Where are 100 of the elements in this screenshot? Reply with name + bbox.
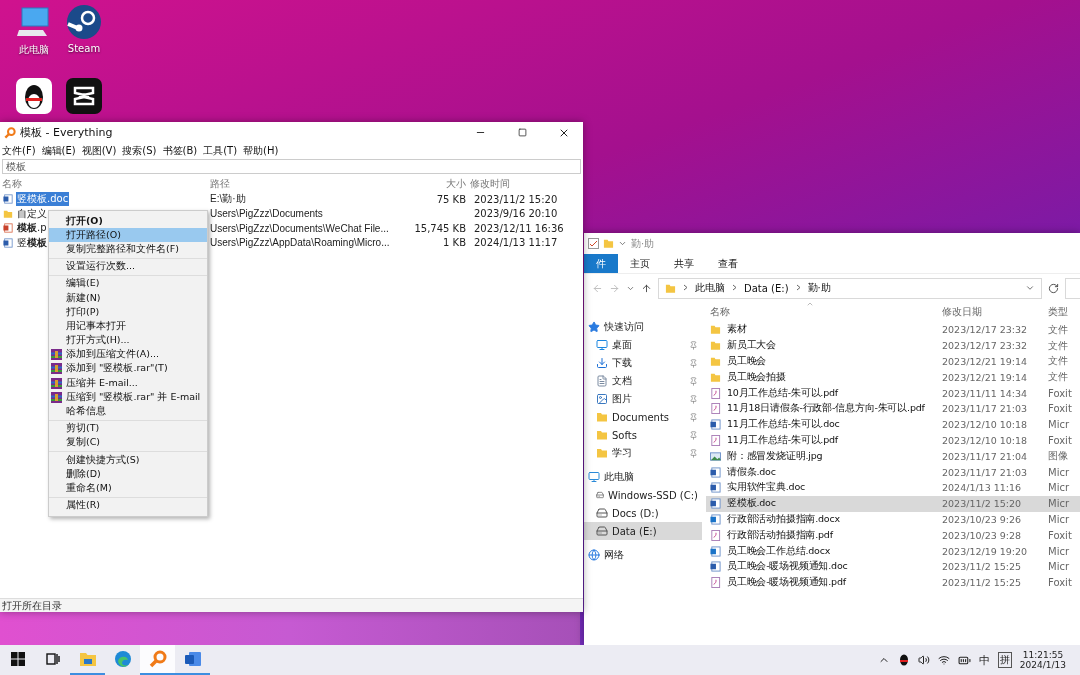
clock[interactable]: 11:21:55 2024/1/13 xyxy=(1019,650,1066,670)
file-row[interactable]: 员工晚会工作总结.docx 2023/12/19 19:20 Micr xyxy=(706,543,1080,559)
column-header[interactable]: 路径 xyxy=(208,177,408,191)
nav-item[interactable]: 快速访问 xyxy=(584,318,702,336)
menu-item[interactable]: 创建快捷方式(S) xyxy=(49,453,207,468)
nav-item[interactable]: 图片 xyxy=(584,390,702,408)
nav-item[interactable]: 网络 xyxy=(584,546,702,564)
menu-item[interactable]: 剪切(T) xyxy=(49,421,207,436)
menu-item[interactable]: 新建(N) xyxy=(49,290,207,306)
file-row[interactable]: 新员工大会 2023/12/17 23:32 文件 xyxy=(706,337,1080,354)
file-date: 2023/12/17 23:32 xyxy=(942,324,1029,336)
file-row[interactable]: 11月工作总结-朱可以.doc 2023/12/10 10:18 Micr xyxy=(706,416,1080,433)
up-icon[interactable] xyxy=(641,282,652,294)
file-size: 1 KB xyxy=(442,237,467,249)
file-row[interactable]: 员工晚会 2023/12/21 19:14 文件 xyxy=(706,353,1080,370)
input-method-indicator[interactable]: 中 xyxy=(978,652,990,668)
nav-item[interactable]: 此电脑 xyxy=(584,468,702,486)
search-field[interactable] xyxy=(1065,277,1080,299)
dropdown-icon[interactable] xyxy=(618,239,627,248)
file-row[interactable]: 11月18日请假条-行政部-信息方向-朱可以.pdf 2023/11/17 21:03 Foxit xyxy=(706,401,1080,417)
file-row[interactable]: 行政部活动拍摄指南.docx 2023/10/23 9:26 Micr xyxy=(706,511,1080,528)
address-bar[interactable]: 此电脑 Data (E:) 勤·助 xyxy=(658,277,1042,299)
file-type: Micr xyxy=(1048,561,1070,573)
ribbon-tab[interactable]: 查看 xyxy=(706,254,750,273)
menu-item[interactable]: 哈希信息 xyxy=(49,404,207,419)
column-header[interactable]: 名称 xyxy=(706,305,942,319)
input-method-indicator[interactable]: 拼 xyxy=(997,652,1012,668)
nav-item[interactable]: Data (E:) xyxy=(584,522,702,540)
nav-item[interactable]: 学习 xyxy=(584,444,702,462)
desktop-icon-label[interactable]: 此电脑 xyxy=(19,43,49,57)
menu-item[interactable]: 打开(O) xyxy=(49,214,207,229)
menu-item[interactable]: 工具(T) xyxy=(203,144,238,158)
penguin-icon[interactable] xyxy=(897,654,910,666)
menu-item[interactable]: 压缩并 E-mail... xyxy=(49,376,207,391)
menu-item[interactable]: 打开方式(H)... xyxy=(49,333,207,348)
file-row[interactable]: 行政部活动拍摄指南.pdf 2023/10/23 9:28 Foxit xyxy=(706,527,1080,544)
breadcrumb-item[interactable]: 勤·助 xyxy=(807,281,831,295)
file-type: Foxit xyxy=(1048,403,1073,415)
volume-icon[interactable] xyxy=(917,654,930,666)
ribbon-tab[interactable]: 件 xyxy=(584,254,618,273)
nav-item[interactable]: 桌面 xyxy=(584,336,702,354)
nav-item[interactable]: 下载 xyxy=(584,354,702,372)
drive-icon xyxy=(596,525,608,537)
file-row[interactable]: 10月工作总结-朱可以.pdf 2023/11/11 14:34 Foxit xyxy=(706,385,1080,401)
breadcrumb-item[interactable]: Data (E:) xyxy=(744,282,789,294)
nav-item[interactable]: 文档 xyxy=(584,372,702,390)
pin-icon xyxy=(689,412,698,422)
column-header[interactable]: 类型 xyxy=(1048,305,1080,319)
breadcrumb-item[interactable]: 此电脑 xyxy=(695,281,725,295)
menu-item[interactable]: 重命名(M) xyxy=(49,481,207,496)
desktop-icon-label[interactable]: Steam xyxy=(67,43,101,54)
file-size: 15,745 KB xyxy=(413,222,467,234)
menu-item[interactable]: 编辑(E) xyxy=(41,144,76,158)
column-header[interactable]: 修改日期 xyxy=(942,305,1048,319)
file-row[interactable]: 11月工作总结-朱可以.pdf 2023/12/10 10:18 Foxit xyxy=(706,432,1080,449)
menu-item[interactable]: 用记事本打开 xyxy=(49,319,207,334)
file-name[interactable]: 竖模板 xyxy=(16,235,48,250)
file-row[interactable]: 员工晚会-暖场视频通知.doc 2023/11/2 15:25 Micr xyxy=(706,558,1080,575)
file-row[interactable]: 竖模板.doc 2023/11/2 15:20 Micr xyxy=(706,495,1080,512)
file-name[interactable]: 竖模板.doc xyxy=(16,192,70,207)
column-header[interactable]: 名称 xyxy=(0,177,208,191)
column-header[interactable]: 修改时间 xyxy=(468,177,578,191)
menu-item[interactable]: 打开路径(O) xyxy=(49,228,207,243)
menu-item[interactable]: 书签(B) xyxy=(162,144,198,158)
menu-item[interactable]: 属性(R) xyxy=(49,498,207,513)
drive-icon xyxy=(596,489,604,501)
menu-item[interactable]: 文件(F) xyxy=(2,144,36,158)
nav-item[interactable]: Windows-SSD (C:) xyxy=(584,486,702,504)
menu-item[interactable]: 复制完整路径和文件名(F) xyxy=(49,242,207,257)
nav-item[interactable]: Softs xyxy=(584,426,702,444)
wifi-icon[interactable] xyxy=(937,654,950,666)
menu-item[interactable]: 设置运行次数... xyxy=(49,259,207,274)
file-name[interactable]: 模板.p xyxy=(16,221,48,236)
maximize-icon[interactable] xyxy=(517,128,527,137)
file-row[interactable]: 员工晚会拍摄 2023/12/21 19:14 文件 xyxy=(706,369,1080,386)
dropdown-icon[interactable] xyxy=(1025,283,1035,293)
file-row[interactable]: 请假条.doc 2023/11/17 21:03 Micr xyxy=(706,464,1080,480)
file-row[interactable]: 员工晚会-暖场视频通知.pdf 2023/11/2 15:25 Foxit xyxy=(706,574,1080,591)
refresh-icon[interactable] xyxy=(1048,282,1059,294)
menu-item[interactable]: 编辑(E) xyxy=(49,276,207,291)
nav-item[interactable]: Docs (D:) xyxy=(584,504,702,522)
ribbon-tab[interactable]: 主页 xyxy=(618,254,662,273)
menu-item[interactable]: 打印(P) xyxy=(49,305,207,320)
column-header[interactable]: 大小 xyxy=(408,177,468,191)
menu-item[interactable]: 搜索(S) xyxy=(122,144,157,158)
menu-item[interactable]: 压缩到 "竖模板.rar" 并 E-mail xyxy=(49,390,207,405)
file-name[interactable]: 自定义 xyxy=(16,206,48,221)
menu-item[interactable]: 添加到 "竖模板.rar"(T) xyxy=(49,361,207,377)
menu-item[interactable]: 帮助(H) xyxy=(243,144,279,158)
file-row[interactable]: 素材 2023/12/17 23:32 文件 xyxy=(706,322,1080,338)
nav-item[interactable]: Documents xyxy=(584,408,702,426)
menu-item[interactable]: 添加到压缩文件(A)... xyxy=(49,347,207,362)
checkmark-icon[interactable] xyxy=(588,238,599,249)
menu-item[interactable]: 复制(C) xyxy=(49,435,207,450)
menu-item[interactable]: 删除(D) xyxy=(49,467,207,482)
menu-item[interactable]: 视图(V) xyxy=(81,144,117,158)
file-row[interactable]: 实用软件宝典.doc 2024/1/13 11:16 Micr xyxy=(706,479,1080,496)
file-row[interactable]: 附：感冒发烧证明.jpg 2023/11/17 21:04 图像 xyxy=(706,448,1080,465)
search-field[interactable]: 模板 xyxy=(2,159,581,174)
ribbon-tab[interactable]: 共享 xyxy=(662,254,706,273)
